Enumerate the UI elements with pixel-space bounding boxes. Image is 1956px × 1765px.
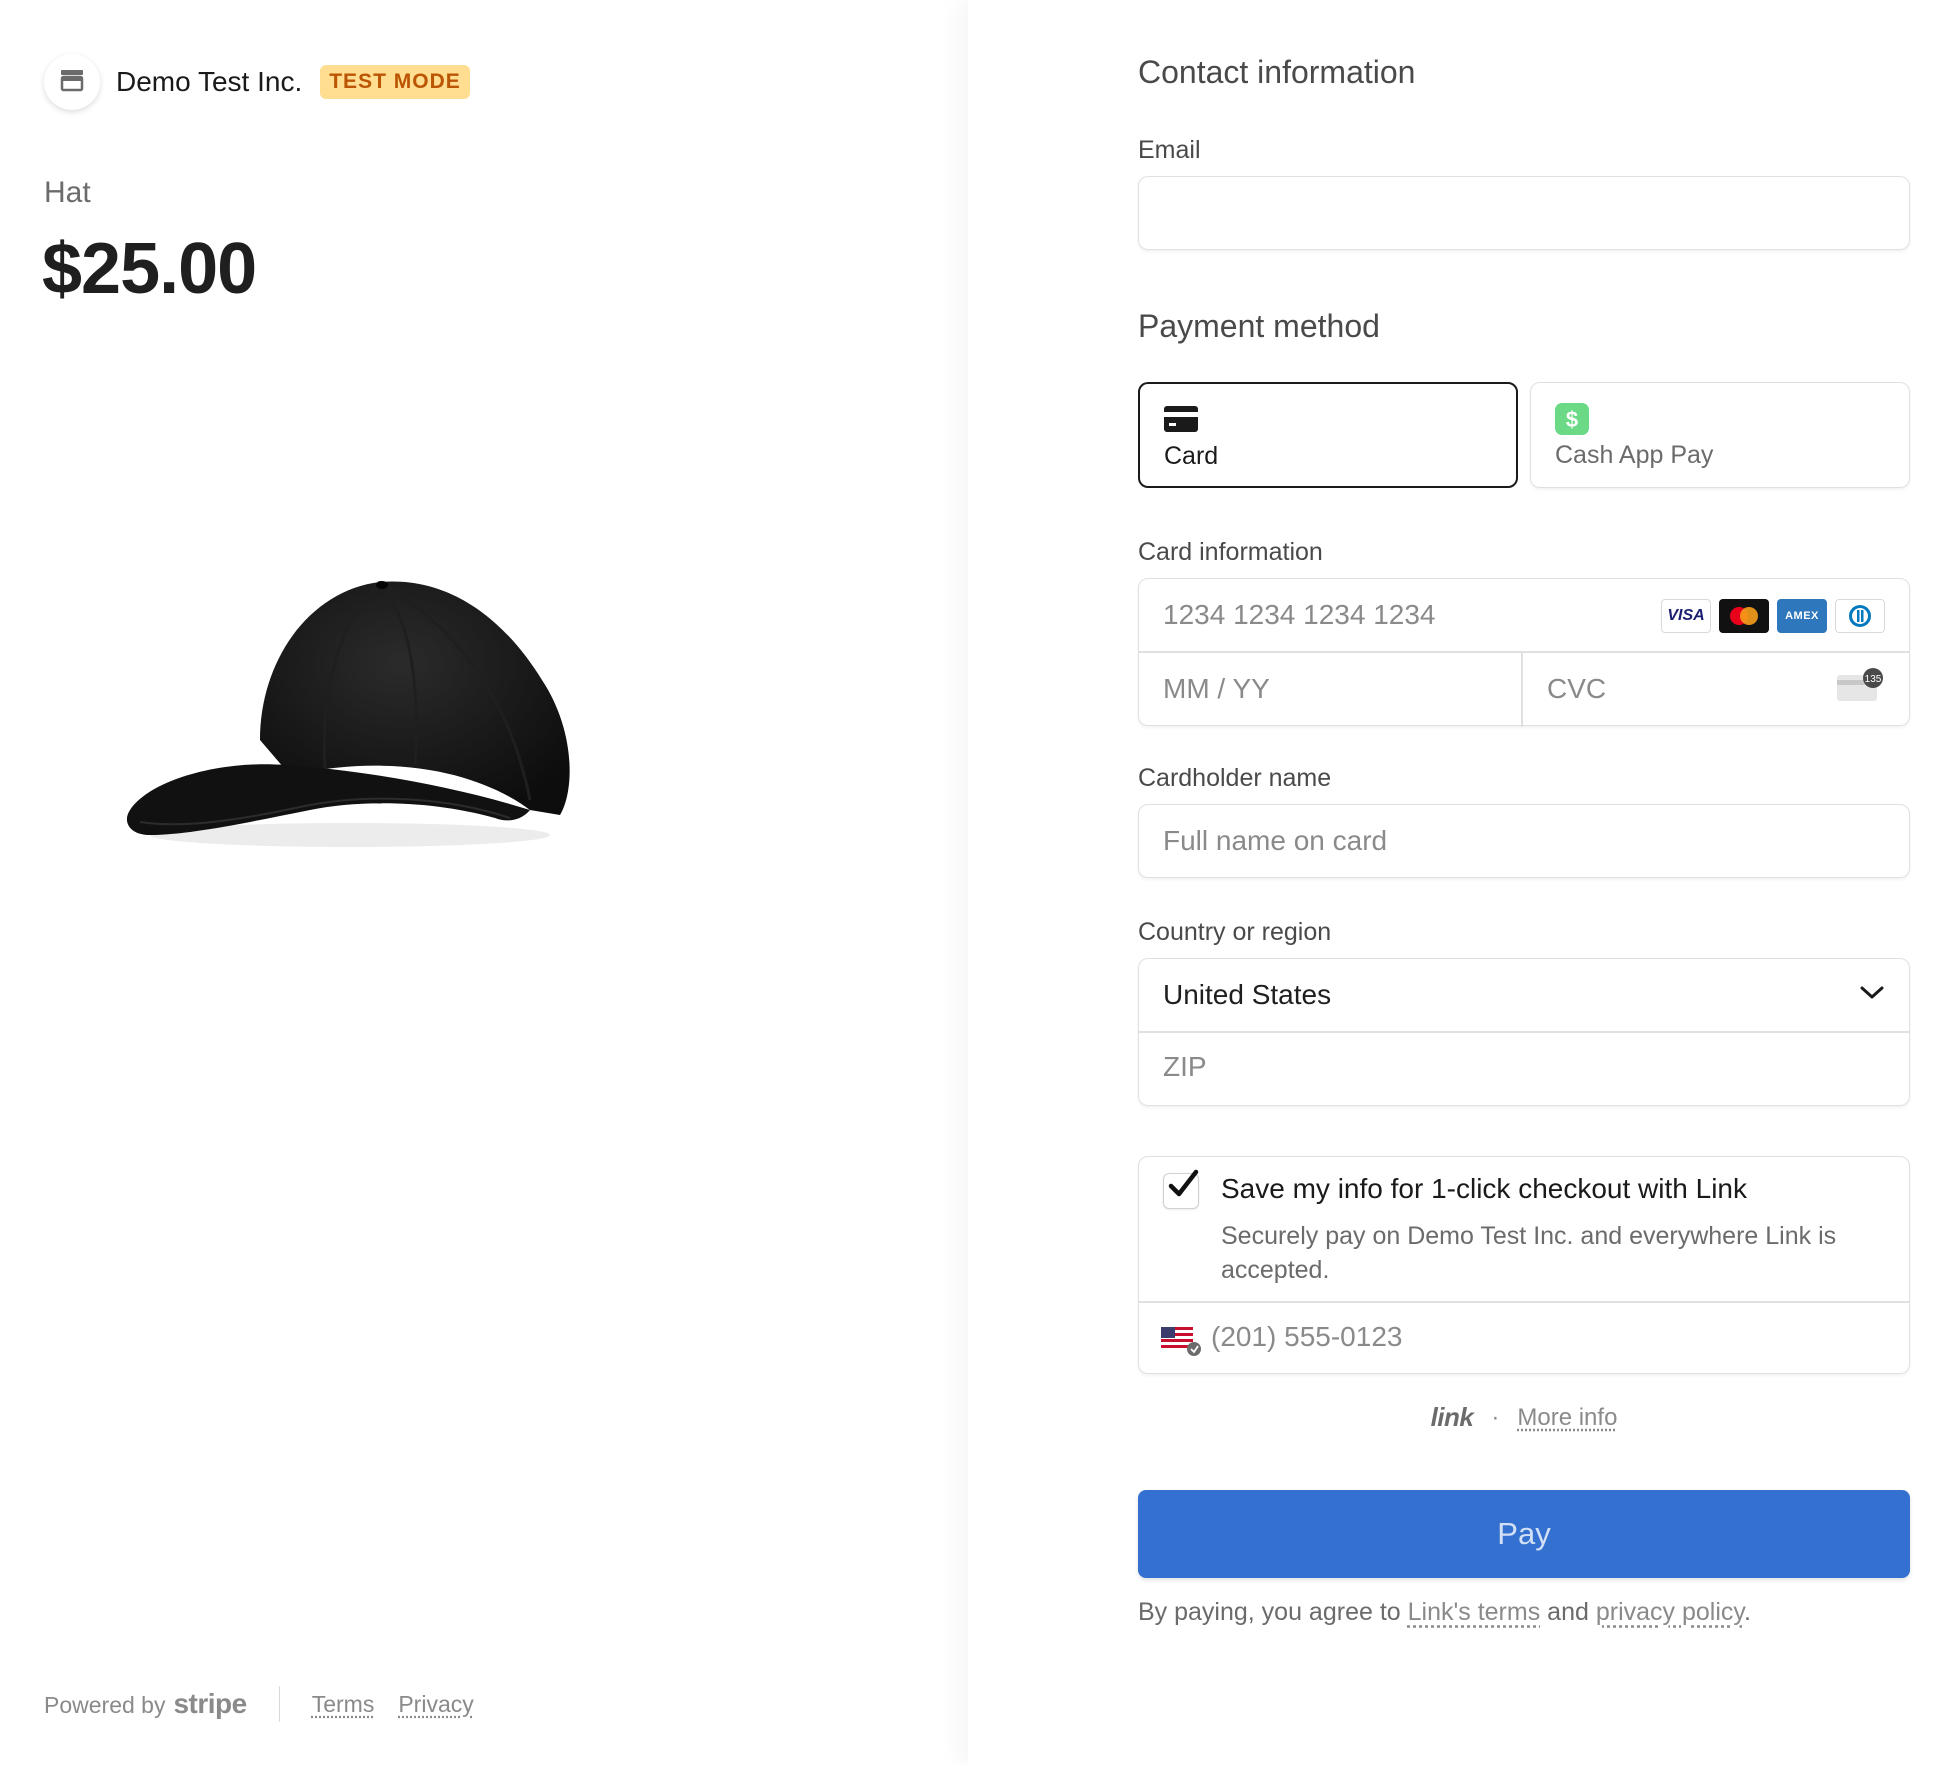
link-separator: · <box>1491 1403 1500 1431</box>
country-value: United States <box>1163 979 1332 1010</box>
phone-input[interactable]: (201) 555-0123 <box>1139 1303 1909 1375</box>
country-label: Country or region <box>1138 918 1332 946</box>
test-mode-badge: TEST MODE <box>320 65 470 99</box>
card-cvc-input[interactable]: CVC 135 <box>1523 653 1909 727</box>
payment-section-title: Payment method <box>1138 308 1380 344</box>
terms-link[interactable]: Terms <box>312 1691 375 1718</box>
pay-terms-text: By paying, you agree to Link's terms and… <box>1138 1598 1751 1627</box>
card-info-group: 1234 1234 1234 1234 VISA AMEX MM / YY CV… <box>1138 578 1910 727</box>
save-info-checkbox[interactable] <box>1163 1169 1199 1209</box>
pay-button[interactable]: Pay <box>1138 1490 1910 1578</box>
more-info-link[interactable]: More info <box>1517 1404 1617 1432</box>
cvc-placeholder: CVC <box>1547 673 1607 704</box>
address-group: United States ZIP <box>1138 958 1910 1106</box>
card-info-label: Card information <box>1138 538 1323 566</box>
checkmark-icon <box>1166 1166 1200 1207</box>
terms-and: and <box>1547 1598 1589 1626</box>
diners-club-icon <box>1835 599 1885 633</box>
product-price: $25.00 <box>42 229 257 309</box>
link-save-panel: Save my info for 1-click checkout with L… <box>1138 1156 1910 1374</box>
save-info-title[interactable]: Save my info for 1-click checkout with L… <box>1221 1173 1747 1205</box>
terms-prefix: By paying, you agree to <box>1138 1598 1401 1626</box>
cardholder-placeholder: Full name on card <box>1163 825 1388 856</box>
chevron-down-icon <box>1859 985 1885 1006</box>
merchant-name[interactable]: Demo Test Inc. <box>116 66 302 98</box>
powered-by-label: Powered by <box>44 1692 166 1718</box>
card-brand-logos: VISA AMEX <box>1661 599 1885 633</box>
amex-icon: AMEX <box>1777 599 1827 633</box>
powered-by-stripe[interactable]: Powered by stripe <box>44 1688 247 1720</box>
us-flag-icon[interactable] <box>1161 1327 1203 1362</box>
privacy-link[interactable]: Privacy <box>398 1691 473 1718</box>
link-terms-link[interactable]: Link's terms <box>1408 1598 1541 1626</box>
cash-app-icon: $ <box>1555 403 1589 440</box>
email-field[interactable] <box>1138 176 1910 250</box>
cardholder-name-input[interactable]: Full name on card <box>1138 804 1910 878</box>
merchant-header: Demo Test Inc. TEST MODE <box>44 54 470 110</box>
merchant-avatar[interactable] <box>44 54 100 110</box>
store-icon <box>59 68 85 97</box>
cvc-hint-icon: 135 <box>1835 667 1885 708</box>
link-info-row: link · More info <box>1138 1402 1910 1433</box>
country-select[interactable]: United States <box>1139 959 1909 1031</box>
svg-text:$: $ <box>1566 407 1578 432</box>
order-summary-pane: Demo Test Inc. TEST MODE Hat $25.00 Powe… <box>0 0 968 1765</box>
product-name: Hat <box>44 176 91 209</box>
zip-placeholder: ZIP <box>1163 1051 1207 1082</box>
visa-icon: VISA <box>1661 599 1711 633</box>
cardholder-label: Cardholder name <box>1138 764 1332 792</box>
payment-tab-card-label: Card <box>1164 442 1219 470</box>
payment-tab-cash-app[interactable]: $ Cash App Pay <box>1530 382 1910 488</box>
footer: Powered by stripe Terms Privacy <box>44 1686 498 1722</box>
footer-divider <box>278 1686 280 1722</box>
payment-tab-cash-app-label: Cash App Pay <box>1555 441 1714 469</box>
stripe-logo: stripe <box>173 1688 247 1719</box>
link-logo: link <box>1430 1402 1474 1432</box>
privacy-policy-link[interactable]: privacy policy <box>1596 1598 1744 1626</box>
svg-text:135: 135 <box>1865 674 1882 685</box>
product-image <box>110 560 590 860</box>
card-expiry-input[interactable]: MM / YY <box>1139 653 1521 727</box>
email-label: Email <box>1138 136 1201 164</box>
card-number-input[interactable]: 1234 1234 1234 1234 VISA AMEX <box>1139 579 1909 651</box>
card-number-placeholder: 1234 1234 1234 1234 <box>1163 599 1436 630</box>
zip-input[interactable]: ZIP <box>1139 1033 1909 1107</box>
mastercard-icon <box>1719 599 1769 633</box>
phone-placeholder: (201) 555-0123 <box>1211 1321 1403 1352</box>
credit-card-icon <box>1164 406 1198 437</box>
save-info-description: Securely pay on Demo Test Inc. and every… <box>1221 1222 1837 1284</box>
expiry-placeholder: MM / YY <box>1163 673 1270 704</box>
terms-suffix: . <box>1744 1598 1751 1626</box>
payment-tab-card[interactable]: Card <box>1138 382 1518 488</box>
contact-section-title: Contact information <box>1138 54 1416 90</box>
